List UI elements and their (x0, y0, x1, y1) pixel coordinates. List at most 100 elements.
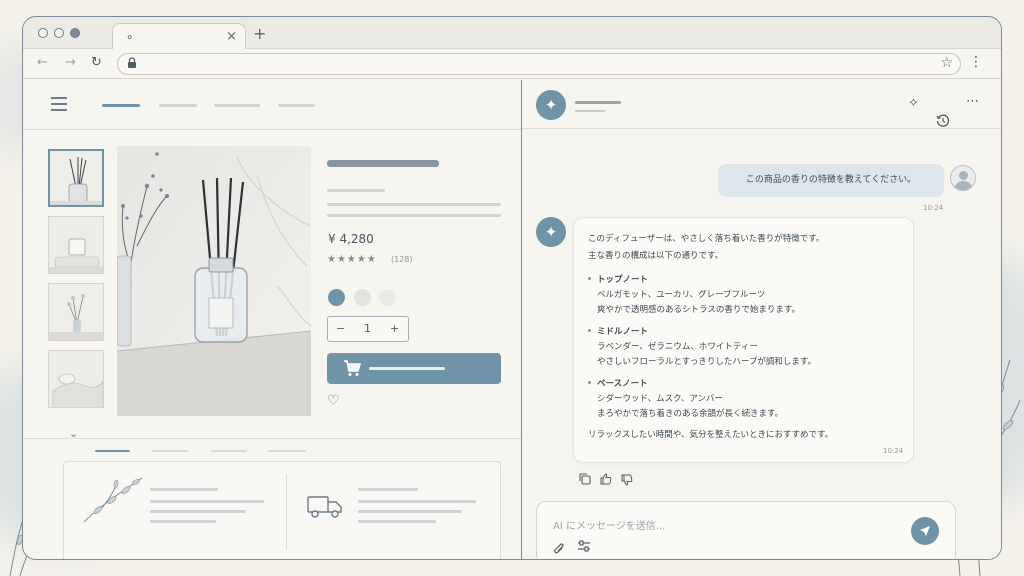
cart-button-label-placeholder (369, 367, 445, 370)
new-tab-button[interactable]: + (253, 24, 266, 43)
color-swatch[interactable] (354, 289, 371, 306)
more-icon[interactable]: ⋯ (966, 94, 979, 109)
section-divider (23, 438, 521, 439)
note-title: ベースノート (597, 379, 648, 389)
product-main-image[interactable] (117, 146, 311, 416)
ai-message-avatar: ✦ (536, 217, 566, 247)
window-minimize-button[interactable] (54, 28, 64, 38)
product-thumbnail[interactable] (48, 149, 104, 207)
sparkle-icon[interactable]: ✧ (908, 96, 919, 111)
note-ingredients: ベルガモット、ユーカリ、グレープフルーツ (597, 290, 766, 300)
back-icon[interactable]: ← (37, 55, 48, 70)
info-text-placeholder (358, 500, 476, 503)
detail-tab[interactable] (152, 450, 188, 452)
user-message-bubble: この商品の香りの特徴を教えてください。 (718, 164, 944, 197)
note-description: やさしいフローラルとすっきりしたハーブが調和します。 (597, 357, 817, 367)
ai-message-text: 主な香りの構成は以下の通りです。 (588, 251, 724, 261)
note-description: 爽やかで透明感のあるシトラスの香りで始まります。 (597, 305, 800, 315)
leaf-icon (83, 477, 143, 523)
site-nav-item[interactable] (102, 104, 140, 107)
send-icon (920, 526, 930, 536)
user-avatar (950, 165, 976, 191)
chat-header: ✦ ✧ ⋯ (522, 80, 1001, 129)
ai-message-bubble: このディフューザーは、やさしく落ち着いた香りが特徴です。 主な香りの構成は以下の… (573, 217, 914, 463)
forward-icon[interactable]: → (65, 55, 76, 70)
chat-subtitle-placeholder (575, 110, 605, 112)
cart-icon (344, 360, 361, 376)
window-maximize-button[interactable] (70, 28, 80, 38)
product-title-placeholder (327, 160, 439, 167)
favorite-heart-icon[interactable]: ♡ (327, 393, 340, 409)
bullet-point (588, 381, 591, 384)
thumbs-up-icon[interactable] (600, 473, 612, 485)
site-nav-item[interactable] (159, 104, 197, 107)
product-thumbnail[interactable] (48, 216, 104, 274)
info-text-placeholder (358, 520, 436, 523)
ai-message-text: リラックスしたい時間や、気分を整えたいときにおすすめです。 (588, 430, 834, 440)
color-swatch[interactable] (379, 289, 396, 306)
product-description-placeholder (327, 214, 501, 217)
product-thumbnail[interactable] (48, 350, 104, 408)
product-page: ⌄ ¥ 4,280 ★★★★★ (128) − 1 + ♡ (23, 80, 521, 559)
truck-icon (307, 496, 342, 518)
info-text-placeholder (150, 500, 264, 503)
close-tab-icon[interactable]: × (226, 29, 237, 44)
send-button[interactable] (911, 517, 939, 545)
navigation-bar: ← → ↻ ☆ ⋮ (23, 49, 1001, 79)
info-text-placeholder (150, 510, 246, 513)
quantity-stepper: − 1 + (327, 316, 409, 342)
history-icon[interactable] (936, 114, 950, 128)
address-bar[interactable]: ☆ (117, 53, 961, 75)
note-title: ミドルノート (597, 327, 649, 337)
detail-tab[interactable] (211, 450, 247, 452)
globe-icon: ⚬ (125, 31, 135, 44)
info-text-placeholder (150, 488, 218, 491)
lock-icon (128, 57, 136, 68)
decrease-quantity-button[interactable]: − (336, 322, 345, 335)
thumbs-down-icon[interactable] (621, 474, 633, 486)
bullet-point (588, 329, 591, 332)
ai-message-time: 10:24 (883, 447, 904, 455)
site-nav-item[interactable] (214, 104, 260, 107)
ai-assistant-avatar: ✦ (536, 90, 566, 120)
bookmark-star-icon[interactable]: ☆ (940, 55, 953, 71)
note-ingredients: シダーウッド、ムスク、アンバー (597, 394, 724, 404)
site-nav-item[interactable] (278, 104, 315, 107)
product-info-cards (63, 461, 501, 559)
rating-stars: ★★★★★ (327, 254, 377, 265)
ai-chat-panel: ✦ ✧ ⋯ この商品の香りの特徴を教えてください。 10:24 ✦ このディフュ… (522, 80, 1001, 559)
message-input[interactable]: AI にメッセージを送信... (553, 517, 665, 532)
rating-count[interactable]: (128) (391, 255, 413, 264)
chat-title-placeholder (575, 101, 621, 104)
window-close-button[interactable] (38, 28, 48, 38)
tab-bar: ⚬ × + (23, 17, 1001, 50)
browser-menu-icon[interactable]: ⋮ (969, 54, 983, 70)
note-title: トップノート (597, 275, 649, 285)
paperclip-icon[interactable] (553, 542, 565, 556)
info-text-placeholder (358, 488, 418, 491)
note-ingredients: ラベンダー、ゼラニウム、ホワイトティー (597, 342, 758, 352)
detail-tab[interactable] (95, 450, 130, 452)
ai-message-text: このディフューザーは、やさしく落ち着いた香りが特徴です。 (588, 234, 825, 244)
add-to-cart-button[interactable] (327, 353, 501, 384)
browser-window: ⚬ × + ← → ↻ ☆ ⋮ ⌄ ¥ 4,280 ★★★★★ (128) − … (22, 16, 1002, 560)
hamburger-menu-icon[interactable] (51, 97, 67, 115)
chat-input-box[interactable]: AI にメッセージを送信... (536, 501, 956, 559)
product-thumbnail[interactable] (48, 283, 104, 341)
product-subtitle-placeholder (327, 189, 385, 192)
header-divider (23, 129, 521, 130)
info-text-placeholder (358, 510, 462, 513)
browser-tab[interactable]: ⚬ × (112, 23, 246, 50)
color-swatch[interactable] (328, 289, 345, 306)
increase-quantity-button[interactable]: + (390, 322, 399, 335)
product-description-placeholder (327, 203, 501, 206)
copy-icon[interactable] (579, 473, 591, 485)
info-text-placeholder (150, 520, 216, 523)
info-divider (286, 474, 287, 550)
settings-sliders-icon[interactable] (577, 540, 591, 552)
bullet-point (588, 277, 591, 280)
quantity-value[interactable]: 1 (364, 322, 371, 335)
reload-icon[interactable]: ↻ (91, 55, 102, 70)
user-message-time: 10:24 (923, 204, 944, 212)
detail-tab[interactable] (268, 450, 306, 452)
